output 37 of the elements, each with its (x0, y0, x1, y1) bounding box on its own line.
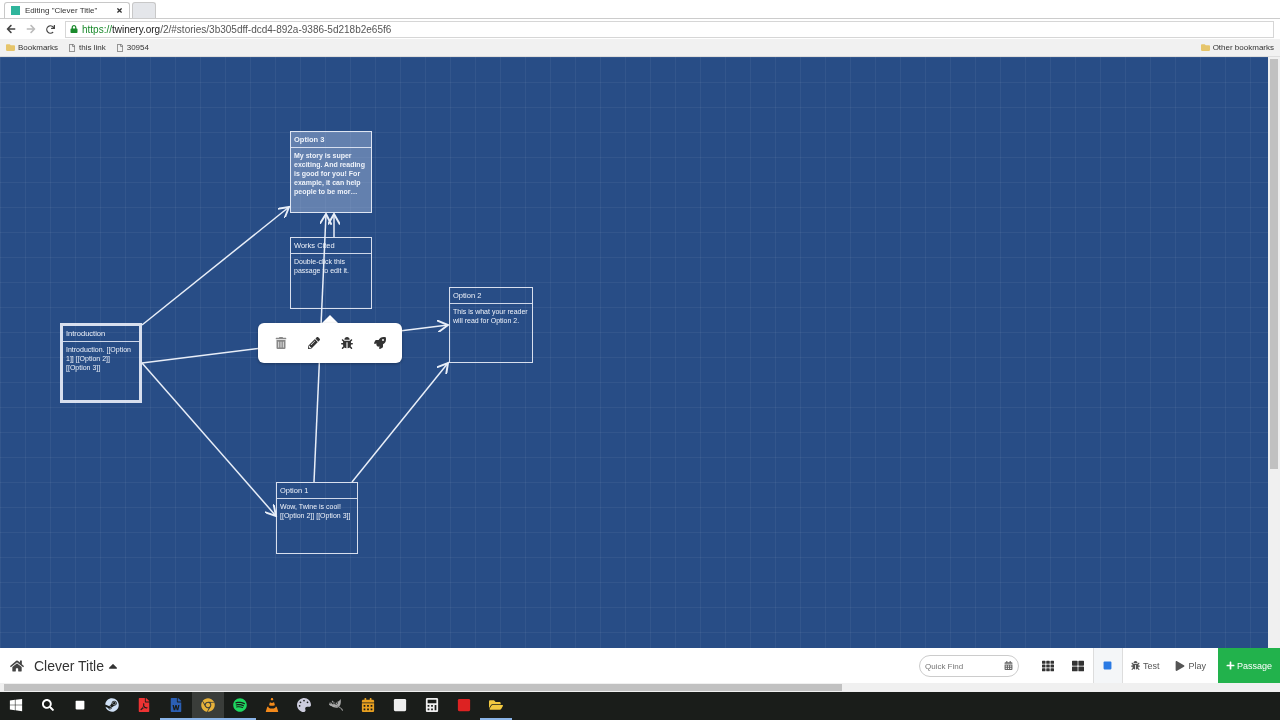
page-icon (68, 43, 76, 52)
browser-tab[interactable]: Editing "Clever Title" (4, 2, 130, 18)
lock-icon (70, 25, 78, 33)
bookmark[interactable]: 30954 (115, 43, 149, 52)
plus-icon (1225, 661, 1235, 670)
toolbar-button[interactable]: Play (1167, 648, 1214, 683)
reload-icon[interactable] (46, 24, 55, 34)
address-bar[interactable]: https://twinery.org/2/#stories/3b305dff-dcd4-892a-9386-5d218b2e65f6 (65, 20, 1274, 38)
back-icon[interactable] (6, 24, 16, 34)
folder-icon (6, 43, 15, 52)
chrome-icon[interactable] (192, 692, 224, 720)
close-icon[interactable] (116, 7, 123, 14)
bookmark-label: 30954 (126, 43, 149, 52)
large-grid-icon (1071, 659, 1084, 672)
url-text: https://twinery.org/2/#stories/3b305dff-dcd4-892a-9386-5d218b2e65f6 (82, 23, 392, 35)
vertical-scrollbar[interactable] (1268, 57, 1280, 648)
play-icon (1175, 660, 1186, 671)
story-title[interactable]: Clever Title (34, 657, 121, 674)
folder-icon (1200, 43, 1210, 52)
bookmark-label: Other bookmarks (1212, 43, 1274, 52)
bookmark-label: this link (79, 43, 106, 52)
edit-icon[interactable] (305, 335, 322, 351)
bookmark[interactable]: Bookmarks (6, 43, 58, 52)
passage-grid-icon (1041, 659, 1054, 672)
page-icon (115, 43, 124, 52)
twine-logo-icon (11, 6, 20, 15)
toolbar-button[interactable]: Test (1122, 648, 1168, 683)
home-icon[interactable] (10, 658, 24, 673)
bookmark[interactable]: this link (68, 43, 106, 52)
bookmark[interactable]: Other bookmarks (1200, 43, 1274, 52)
horizontal-scrollbar[interactable] (0, 683, 1280, 692)
bug-icon[interactable] (338, 335, 355, 351)
rocket-icon[interactable] (371, 335, 388, 351)
bookmark-label: Bookmarks (18, 43, 58, 52)
quick-find-field[interactable]: Quick Find (918, 655, 1019, 677)
bug-icon (1130, 661, 1140, 670)
scrollbar-thumb[interactable] (4, 684, 842, 691)
